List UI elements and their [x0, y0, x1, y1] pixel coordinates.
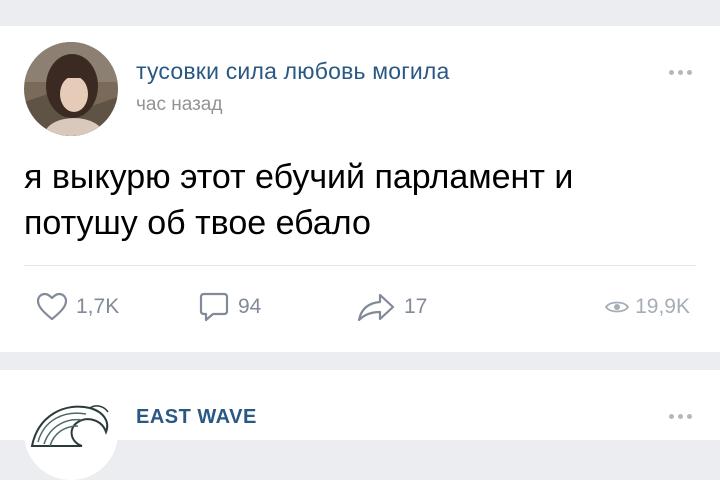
like-count: 1,7K [76, 295, 120, 318]
more-options-icon[interactable] [669, 414, 692, 419]
ellipsis-dot [687, 70, 692, 75]
share-arrow-icon [357, 293, 395, 322]
wave-logo-avatar [24, 386, 118, 480]
comment-button[interactable]: 94 [198, 284, 261, 330]
views-count: 19,9K [635, 295, 690, 318]
share-count: 17 [404, 295, 428, 318]
post-text: я выкурю этот ебучий парламент и потушу … [24, 158, 574, 242]
like-button[interactable]: 1,7K [36, 284, 119, 330]
ellipsis-dot [669, 414, 674, 419]
post-card: EAST WAVE [0, 370, 720, 480]
comment-bubble-icon [199, 292, 229, 322]
ellipsis-dot [678, 70, 683, 75]
ellipsis-dot [669, 70, 674, 75]
eye-icon [605, 301, 630, 313]
post-card: тусовки сила любовь могила час назад я в… [0, 26, 720, 352]
more-options-icon[interactable] [669, 70, 692, 75]
post-actions-bar: 1,7K 94 17 19,9K [0, 284, 720, 330]
author-avatar[interactable] [24, 42, 118, 136]
share-button[interactable]: 17 [356, 284, 427, 330]
feed-top-gap [0, 0, 720, 26]
heart-icon [36, 292, 68, 321]
post-author-name[interactable]: EAST WAVE [136, 406, 257, 429]
views-counter: 19,9K [605, 284, 690, 330]
ellipsis-dot [687, 414, 692, 419]
post-divider [24, 265, 696, 266]
post-author-name[interactable]: тусовки сила любовь могила [136, 58, 450, 85]
comment-count: 94 [238, 295, 262, 318]
post-timestamp[interactable]: час назад [136, 94, 222, 116]
avatar-photo [24, 42, 118, 136]
author-avatar[interactable] [24, 386, 118, 480]
ellipsis-dot [678, 414, 683, 419]
